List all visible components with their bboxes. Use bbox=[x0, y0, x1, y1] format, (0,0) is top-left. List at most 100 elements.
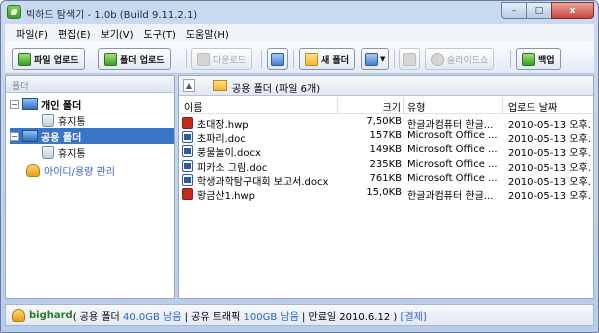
payment-link[interactable]: [결제] bbox=[400, 308, 426, 323]
backup-icon bbox=[522, 52, 535, 66]
delete-button[interactable] bbox=[399, 48, 420, 70]
menu-help[interactable]: 도움말(H) bbox=[181, 26, 234, 41]
file-row[interactable]: 풍물놀이.docx 149KB Microsoft Office ... 2010-0… bbox=[179, 144, 593, 160]
file-upload-button[interactable]: 파일 업로드 bbox=[12, 48, 85, 70]
status-username: bighard bbox=[29, 309, 73, 321]
close-button[interactable]: x bbox=[551, 2, 594, 19]
collapse-toggle[interactable]: − bbox=[10, 131, 19, 141]
path-bar: ▲ 공용 폴더 (파일 6개) bbox=[179, 76, 593, 96]
hwp-file-icon bbox=[182, 117, 193, 129]
file-type: 한글과컴퓨터 한글... bbox=[407, 120, 494, 131]
backup-button[interactable]: 백업 bbox=[516, 48, 561, 70]
file-upload-date: 2010-05-13 오후... bbox=[508, 176, 592, 188]
toolbar-separator bbox=[394, 50, 395, 68]
download-icon bbox=[197, 52, 210, 66]
toolbar-separator bbox=[293, 50, 294, 68]
menu-edit[interactable]: 편집(E) bbox=[53, 26, 96, 41]
file-upload-date: 2010-05-13 오후... bbox=[508, 148, 592, 160]
file-list-panel: ▲ 공용 폴더 (파일 6개) 이름 크기 유형 업로드 날짜 초대장.hwp 7… bbox=[178, 75, 594, 299]
tree-item-shared-trash[interactable]: 휴지통 bbox=[42, 144, 86, 160]
file-name: 초파리.doc bbox=[197, 134, 246, 146]
file-upload-date: 2010-05-13 오후... bbox=[508, 191, 592, 202]
folder-tree-panel: 폴더 − 개인 폴더 휴지통 − 공용 폴더 휴지통 아이디/용량 관리 bbox=[5, 75, 175, 299]
tree-item-label: 휴지통 bbox=[58, 148, 86, 160]
menu-file[interactable]: 파일(F) bbox=[11, 26, 53, 41]
tree-item-personal-folder[interactable]: − 개인 폴더 bbox=[10, 96, 81, 112]
minimize-button[interactable]: – bbox=[501, 2, 527, 19]
window-title: 빅하드 탐색기 - 1.0b (Build 9.11.2.1) bbox=[26, 10, 198, 21]
trash-icon bbox=[42, 113, 54, 127]
play-icon bbox=[431, 52, 444, 66]
column-type[interactable]: 유형 bbox=[407, 99, 425, 114]
tree-item-shared-folder[interactable]: − 공용 폴더 bbox=[10, 128, 174, 144]
file-size: 15,0KB bbox=[366, 187, 402, 198]
column-divider[interactable] bbox=[337, 98, 338, 113]
trash-icon bbox=[42, 145, 54, 159]
doc-file-icon bbox=[182, 145, 193, 158]
tree-item-account-management[interactable]: 아이디/용량 관리 bbox=[26, 162, 115, 178]
folder-upload-button[interactable]: 폴더 업로드 bbox=[98, 48, 171, 70]
toolbar: 파일 업로드 폴더 업로드 다운로드 새 폴더 ▼ 슬라이드쇼 백업 bbox=[5, 42, 594, 74]
column-divider[interactable] bbox=[502, 98, 503, 113]
folder-upload-icon bbox=[104, 52, 117, 66]
title-bar: 빅하드 탐색기 - 1.0b (Build 9.11.2.1) – □ x bbox=[1, 1, 598, 23]
slideshow-button[interactable]: 슬라이드쇼 bbox=[425, 48, 495, 70]
tree-item-label: 공용 폴더 bbox=[41, 132, 82, 144]
doc-file-icon bbox=[182, 131, 193, 144]
toolbar-separator bbox=[186, 50, 187, 68]
tree-item-personal-trash[interactable]: 휴지통 bbox=[42, 112, 86, 128]
file-type: Microsoft Office ... bbox=[407, 158, 498, 170]
new-folder-icon bbox=[305, 52, 318, 66]
status-text: ( 공용 폴더 bbox=[72, 311, 123, 323]
doc-file-icon bbox=[182, 159, 193, 172]
app-window: 빅하드 탐색기 - 1.0b (Build 9.11.2.1) – □ x 파일… bbox=[0, 0, 599, 333]
collapse-toggle[interactable]: − bbox=[10, 99, 19, 109]
status-text: | 공유 트래픽 bbox=[181, 311, 244, 323]
hwp-file-icon bbox=[182, 188, 193, 200]
tree-item-label: 개인 폴더 bbox=[41, 100, 82, 112]
column-divider[interactable] bbox=[403, 98, 404, 113]
folder-upload-label: 폴더 업로드 bbox=[120, 55, 165, 66]
file-list-header: 이름 크기 유형 업로드 날짜 bbox=[179, 97, 593, 114]
user-icon bbox=[26, 163, 40, 177]
upload-icon bbox=[18, 52, 31, 66]
file-row[interactable]: 피카소 그림.doc 235KB Microsoft Office ... 2010-… bbox=[179, 158, 593, 174]
view-options-icon bbox=[365, 52, 378, 66]
column-upload-date[interactable]: 업로드 날짜 bbox=[508, 99, 557, 114]
new-folder-button[interactable]: 새 폴더 bbox=[299, 48, 355, 70]
menu-tools[interactable]: 도구(T) bbox=[139, 26, 181, 41]
file-row[interactable]: 황금산1.hwp 15,0KB 한글과컴퓨터 한글... 2010-05-13 오후.… bbox=[179, 187, 593, 202]
status-traffic-remaining: 100GB 남음 bbox=[243, 311, 299, 323]
folder-icon bbox=[213, 80, 227, 91]
tree-item-label: 아이디/용량 관리 bbox=[44, 166, 115, 178]
status-folder-remaining: 40.0GB 남음 bbox=[122, 311, 182, 323]
file-type: Microsoft Office ... bbox=[407, 130, 498, 142]
refresh-button[interactable] bbox=[267, 48, 288, 70]
current-path: 공용 폴더 (파일 6개) bbox=[232, 84, 321, 95]
file-row[interactable]: 초파리.doc 157KB Microsoft Office ... 2010-05-… bbox=[179, 130, 593, 146]
file-upload-date: 2010-05-13 오후... bbox=[508, 162, 592, 174]
file-name: 황금산1.hwp bbox=[197, 191, 256, 202]
file-name: 풍물놀이.docx bbox=[197, 148, 261, 160]
file-upload-date: 2010-05-13 오후... bbox=[508, 120, 592, 131]
computer-icon bbox=[22, 98, 38, 110]
file-size: 235KB bbox=[369, 158, 402, 170]
column-name[interactable]: 이름 bbox=[184, 99, 202, 114]
download-button[interactable]: 다운로드 bbox=[191, 48, 253, 70]
computer-icon bbox=[22, 130, 38, 142]
status-bar: bighard ( 공용 폴더 40.0GB 남음 | 공유 트래픽 100GB… bbox=[5, 304, 594, 326]
menu-bar: 파일(F) 편집(E) 보기(V) 도구(T) 도움말(H) bbox=[5, 24, 594, 42]
file-size: 7,50KB bbox=[366, 116, 402, 127]
file-name: 피카소 그림.doc bbox=[197, 162, 268, 174]
new-folder-label: 새 폴더 bbox=[321, 55, 349, 66]
menu-view[interactable]: 보기(V) bbox=[96, 26, 139, 41]
file-row[interactable]: 초대장.hwp 7,50KB 한글과컴퓨터 한글... 2010-05-13 오후..… bbox=[179, 116, 593, 131]
tree-item-label: 휴지통 bbox=[58, 116, 86, 128]
folder-panel-header: 폴더 bbox=[6, 76, 174, 93]
file-row[interactable]: 학생과학탐구대회 보고서.docx 761KB Microsoft Office .… bbox=[179, 173, 593, 188]
slideshow-label: 슬라이드쇼 bbox=[447, 55, 489, 66]
view-options-button[interactable]: ▼ bbox=[361, 48, 390, 70]
up-folder-button[interactable]: ▲ bbox=[183, 79, 195, 92]
column-size[interactable]: 크기 bbox=[359, 99, 401, 114]
maximize-button[interactable]: □ bbox=[526, 2, 552, 19]
